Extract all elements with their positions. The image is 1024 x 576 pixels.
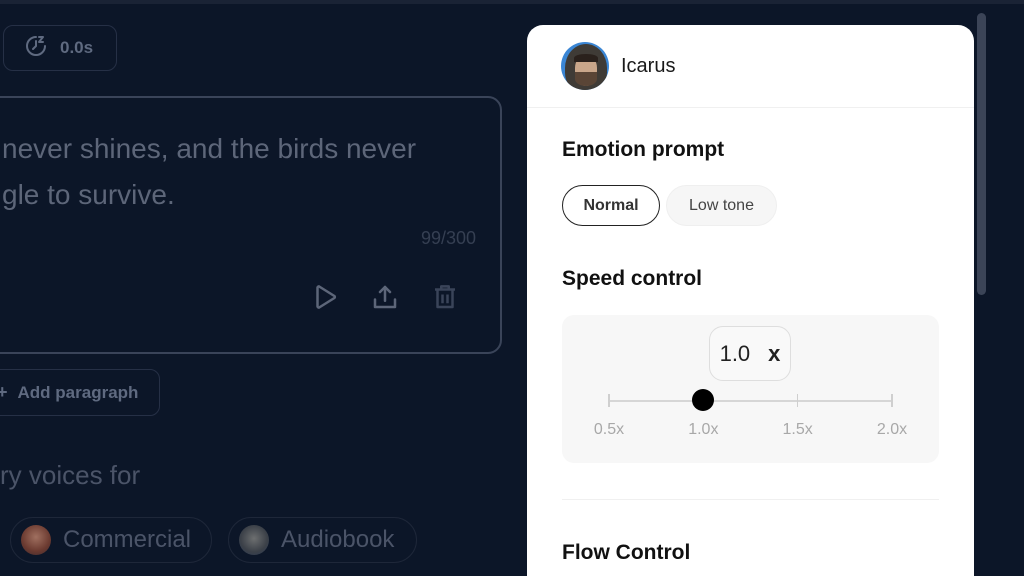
avatar [239,525,269,555]
paragraph-editor[interactable]: never shines, and the birds never gle to… [0,96,502,354]
emotion-option-low-tone[interactable]: Low tone [666,185,777,226]
speed-value-input[interactable]: 1.0 x [709,326,791,381]
plus-icon: + [0,382,8,402]
avatar [21,525,51,555]
voice-avatar [561,42,609,90]
flow-control-title: Flow Control [562,541,691,564]
upload-icon [373,285,397,309]
slider-track[interactable] [609,400,892,402]
slider-tick-label: 2.0x [876,421,908,438]
slider-tick-label: 1.5x [782,421,813,438]
duration-badge[interactable]: 0.0s [3,25,117,71]
paragraph-text[interactable]: never shines, and the birds never gle to… [2,126,492,218]
top-bar [0,0,1024,4]
voice-chip-label: Commercial [63,526,192,553]
section-divider [562,499,939,500]
slider-thumb[interactable] [692,389,715,411]
speed-control-box: 1.0 x 0.5x 1.0x 1.5x 2.0x [562,315,939,463]
upload-button[interactable] [370,280,400,314]
slider-tick-label: 1.0x [688,421,719,438]
text-line: gle to survive. [2,179,175,210]
play-button[interactable] [310,280,340,314]
delete-button[interactable] [430,280,460,314]
emotion-options: Normal Low tone [562,185,777,226]
scrollbar-thumb[interactable] [977,13,986,295]
speed-slider[interactable]: 0.5x 1.0x 1.5x 2.0x [562,385,939,438]
slider-tick-label: 0.5x [593,421,625,438]
panel-header[interactable]: Icarus [527,25,974,108]
slider-tick [796,394,799,407]
voice-chip-audiobook[interactable]: Audiobook [228,517,417,563]
voice-chip-label: Audiobook [281,526,395,553]
trash-icon [435,285,455,309]
voice-name: Icarus [621,54,676,77]
add-paragraph-button[interactable]: + Add paragraph [0,369,160,416]
duration-value: 0.0s [60,38,94,57]
voices-heading: ry voices for [0,460,141,490]
speed-value: 1.0 [719,340,751,366]
voice-settings-panel: Icarus Emotion prompt Normal Low tone Sp… [527,25,974,576]
character-count: 99/300 [420,228,476,248]
speed-control-title: Speed control [562,267,703,290]
slider-tick [891,394,893,407]
timer-icon [24,34,48,63]
text-line: never shines, and the birds never [2,133,417,164]
add-paragraph-label: Add paragraph [17,382,139,402]
emotion-option-normal[interactable]: Normal [562,185,660,226]
speed-unit: x [768,340,781,366]
play-icon [316,285,337,309]
emotion-prompt-title: Emotion prompt [562,138,725,161]
voice-chip-commercial[interactable]: Commercial [10,517,212,563]
slider-tick [608,394,610,407]
